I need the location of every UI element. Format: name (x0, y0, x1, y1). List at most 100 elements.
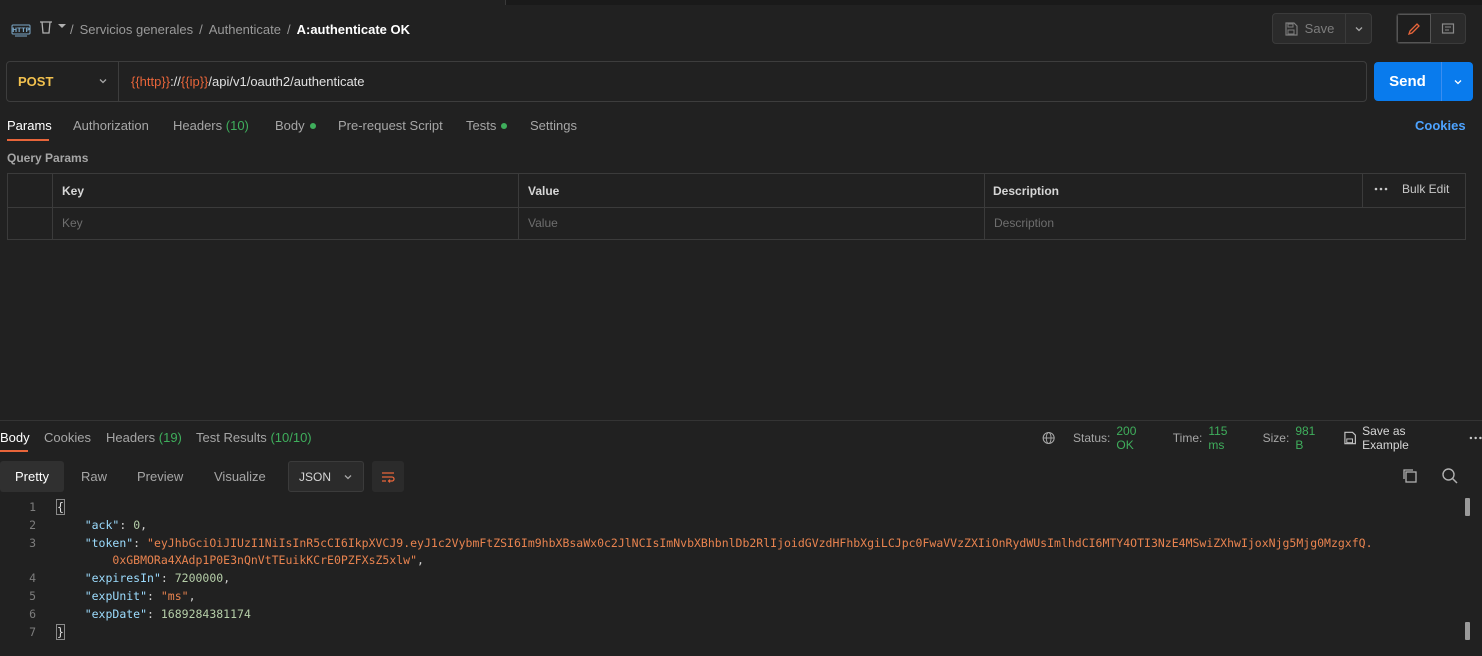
more-horizontal-icon[interactable] (1374, 187, 1388, 191)
size-label: Size: (1262, 431, 1290, 445)
wrap-lines-button[interactable] (372, 461, 404, 492)
tab-test-results-count: (10/10) (270, 430, 312, 445)
save-options-button[interactable] (1346, 14, 1372, 43)
comments-button[interactable] (1431, 14, 1465, 43)
breadcrumb-separator: / (70, 21, 74, 37)
url-path: /api/v1/oauth2/authenticate (208, 74, 365, 89)
bulk-edit-button[interactable]: Bulk Edit (1402, 182, 1449, 196)
tab-headers-count: (10) (225, 118, 249, 133)
value-input[interactable]: Value (528, 216, 558, 230)
json-key: "token" (84, 536, 134, 550)
scrollbar-thumb[interactable] (1465, 498, 1470, 516)
response-body-viewer[interactable]: 1 { 2 "ack": 0, 3 "token": "eyJhbGciOiJI… (0, 497, 1470, 652)
tab-test-results-label: Test Results (196, 430, 267, 445)
save-as-example-button[interactable]: Save as Example (1362, 424, 1451, 452)
code-line: } (56, 624, 65, 640)
url-input[interactable]: {{http}}://{{ip}}/api/v1/oauth2/authenti… (131, 62, 365, 101)
save-label: Save (1304, 21, 1335, 36)
format-select[interactable]: JSON (288, 461, 364, 492)
breadcrumb-item-collection[interactable]: Servicios generales (80, 22, 193, 37)
tab-authorization[interactable]: Authorization (73, 118, 149, 133)
copy-icon[interactable] (1400, 466, 1420, 486)
line-number: 5 (29, 589, 36, 603)
active-tab-indicator (7, 139, 49, 141)
send-options-button[interactable] (1441, 62, 1473, 101)
globe-icon[interactable] (1042, 431, 1055, 445)
more-horizontal-icon[interactable] (1469, 436, 1482, 440)
send-button[interactable]: Send (1374, 62, 1441, 101)
tab-response-headers-count: (19) (158, 430, 182, 445)
chevron-down-icon (99, 79, 107, 84)
line-number: 2 (29, 518, 36, 532)
code-line: "ack": 0, (84, 518, 148, 532)
edit-mode-button[interactable] (1397, 14, 1431, 43)
response-meta: Status: 200 OK Time: 115 ms Size: 981 B … (1042, 424, 1482, 452)
url-variable-ip: {{ip}} (180, 74, 209, 89)
column-header-key: Key (62, 184, 85, 198)
view-pretty[interactable]: Pretty (0, 461, 64, 492)
table-divider (984, 174, 985, 239)
breadcrumb: / Servicios generales / Authenticate / A… (70, 21, 410, 37)
tab-tests[interactable]: Tests (466, 118, 508, 133)
floppy-disk-icon (1344, 431, 1356, 445)
save-button[interactable]: Save (1273, 14, 1346, 43)
method-select[interactable]: POST (7, 62, 119, 101)
method-value: POST (18, 74, 54, 89)
scrollbar-thumb[interactable] (1465, 622, 1470, 640)
mode-toggle-group (1396, 13, 1466, 44)
tab-test-results[interactable]: Test Results (10/10) (196, 430, 312, 445)
chevron-down-icon (1355, 26, 1363, 31)
code-line: "expDate": 1689284381174 (84, 607, 251, 621)
view-raw[interactable]: Raw (81, 461, 107, 492)
json-value: 7200000 (174, 571, 224, 585)
time-label: Time: (1172, 431, 1203, 445)
line-number: 6 (29, 607, 36, 621)
table-divider (52, 174, 53, 239)
view-preview[interactable]: Preview (137, 461, 183, 492)
json-value: "eyJhbGciOiJIUzI1NiIsInR5cCI6IkpXVCJ9.ey… (147, 536, 1373, 550)
cookies-link[interactable]: Cookies (1415, 118, 1466, 133)
view-visualize[interactable]: Visualize (214, 461, 266, 492)
query-params-table: Key Value Description Bulk Edit Key Valu… (7, 173, 1466, 240)
line-number: 3 (29, 536, 36, 550)
chevron-down-icon[interactable] (57, 21, 67, 31)
code-line: "token": "eyJhbGciOiJIUzI1NiIsInR5cCI6Ik… (84, 536, 1373, 550)
chevron-down-icon (344, 475, 352, 480)
tab-headers[interactable]: Headers (10) (173, 118, 249, 133)
tab-response-headers-label: Headers (106, 430, 156, 445)
json-key: "expDate" (84, 607, 148, 621)
code-line: "expiresIn": 7200000, (84, 571, 231, 585)
table-actions: Bulk Edit (1374, 182, 1449, 196)
size-value[interactable]: 981 B (1295, 424, 1325, 452)
tab-headers-label: Headers (173, 118, 223, 133)
code-line: { (56, 499, 65, 515)
json-value: "ms" (160, 589, 189, 603)
pane-divider[interactable] (0, 420, 1482, 421)
url-variable-http: {{http}} (131, 74, 171, 89)
breadcrumb-separator: / (199, 21, 203, 37)
tab-params[interactable]: Params (7, 118, 52, 133)
send-button-group: Send (1374, 62, 1473, 101)
url-scheme-separator: :// (170, 74, 181, 89)
status-value[interactable]: 200 OK (1116, 424, 1155, 452)
tab-prerequest-script[interactable]: Pre-request Script (338, 118, 443, 133)
time-value[interactable]: 115 ms (1208, 424, 1245, 452)
code-line-wrapped: 0xGBMORa4XAdp1P0E3nQnVtTEuikKCrE0PZFXsZ5… (112, 553, 424, 567)
search-icon[interactable] (1440, 466, 1460, 486)
tab-response-cookies[interactable]: Cookies (44, 430, 91, 445)
request-name[interactable]: A:authenticate OK (297, 22, 410, 37)
json-key: "expiresIn" (84, 571, 161, 585)
table-divider (8, 207, 1465, 208)
description-input[interactable]: Description (994, 216, 1054, 230)
tab-response-headers[interactable]: Headers (19) (106, 430, 182, 445)
breadcrumb-item-folder[interactable]: Authenticate (209, 22, 281, 37)
tab-body-label: Body (275, 118, 305, 133)
inactive-tab-edge (506, 0, 1482, 5)
tab-settings[interactable]: Settings (530, 118, 577, 133)
tab-response-body[interactable]: Body (0, 430, 30, 445)
key-input[interactable]: Key (62, 216, 83, 230)
active-tab-edge (0, 0, 506, 5)
tab-body[interactable]: Body (275, 118, 316, 133)
collection-icon[interactable] (38, 19, 54, 35)
line-number: 4 (29, 571, 36, 585)
